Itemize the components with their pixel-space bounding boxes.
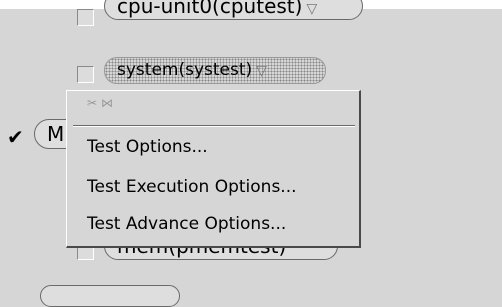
menu-item-test-advance-options[interactable]: Test Advance Options... [87, 213, 286, 235]
cpu-test-checkbox[interactable] [77, 9, 94, 26]
menu-item-test-execution-options[interactable]: Test Execution Options... [87, 176, 297, 198]
system-test-checkbox[interactable] [77, 66, 94, 83]
bottom-button[interactable] [40, 285, 180, 307]
menu-separator [73, 125, 355, 127]
row3-label: M [47, 122, 65, 146]
system-label: system(systest) [117, 60, 253, 80]
cpu-unit-menu-button[interactable]: cpu-unit0(cputest) ▽ [104, 0, 363, 20]
system-menu-button[interactable]: system(systest) ▽ [104, 57, 326, 84]
menu-arrow-icon: ▽ [306, 1, 318, 17]
cpu-unit-label: cpu-unit0(cputest) [117, 0, 303, 18]
menu-item-test-options[interactable]: Test Options... [87, 136, 208, 158]
menu-title: ✂ ⋈ [87, 96, 113, 110]
menu-arrow-icon: ▽ [256, 63, 267, 79]
test-options-popup-menu: ✂ ⋈ Test Options... Test Execution Optio… [66, 90, 361, 248]
checkmark-icon[interactable]: ✔ [7, 127, 24, 147]
